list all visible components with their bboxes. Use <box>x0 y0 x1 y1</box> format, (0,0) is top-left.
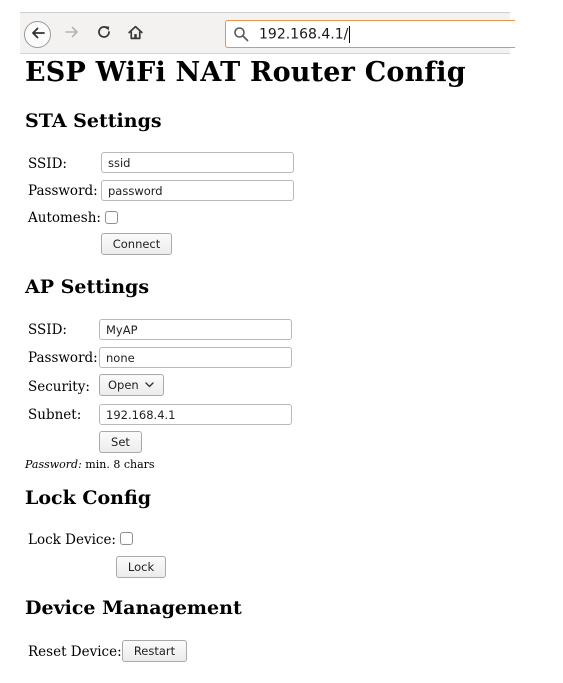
address-bar[interactable]: 192.168.4.1/ <box>225 20 515 48</box>
arrow-left-icon <box>30 25 46 45</box>
text-caret <box>349 25 351 43</box>
browser-toolbar: 192.168.4.1/ <box>20 12 515 54</box>
sta-ssid-input[interactable] <box>101 152 294 173</box>
ap-security-value: Open <box>108 378 139 392</box>
ap-subnet-input[interactable] <box>99 404 292 425</box>
ap-ssid-input[interactable] <box>99 319 292 340</box>
password-hint-label: Password: <box>25 458 82 471</box>
reload-button[interactable] <box>93 23 115 45</box>
search-icon <box>232 25 250 43</box>
sta-automesh-label: Automesh: <box>28 210 101 226</box>
connect-button[interactable]: Connect <box>101 233 172 255</box>
lock-device-checkbox[interactable] <box>120 532 133 545</box>
sta-password-input[interactable] <box>101 180 294 201</box>
sta-settings-heading: STA Settings <box>25 110 162 132</box>
reload-icon <box>96 24 112 44</box>
password-hint-text: min. 8 chars <box>81 458 155 471</box>
page-title: ESP WiFi NAT Router Config <box>25 57 466 88</box>
device-management-heading: Device Management <box>25 597 242 619</box>
chevron-down-icon <box>145 382 154 388</box>
set-button[interactable]: Set <box>99 431 142 453</box>
home-icon <box>127 24 144 45</box>
page-content: ESP WiFi NAT Router Config STA Settings … <box>0 0 563 683</box>
sta-ssid-label: SSID: <box>28 156 67 172</box>
home-button[interactable] <box>124 23 146 45</box>
lock-device-label: Lock Device: <box>28 532 116 548</box>
restart-button[interactable]: Restart <box>122 640 187 662</box>
ap-security-select[interactable]: Open <box>99 374 164 396</box>
forward-button[interactable] <box>61 23 83 45</box>
ap-password-label: Password: <box>28 350 98 366</box>
back-button[interactable] <box>24 21 51 48</box>
reset-device-label: Reset Device: <box>28 644 122 660</box>
ap-ssid-label: SSID: <box>28 322 67 338</box>
arrow-right-icon <box>64 24 80 44</box>
url-text: 192.168.4.1/ <box>259 25 351 43</box>
password-hint: Password: min. 8 chars <box>25 458 155 471</box>
ap-password-input[interactable] <box>99 347 292 368</box>
ap-settings-heading: AP Settings <box>25 276 150 298</box>
lock-config-heading: Lock Config <box>25 487 152 509</box>
sta-automesh-checkbox[interactable] <box>105 211 118 224</box>
lock-button[interactable]: Lock <box>116 556 166 578</box>
sta-password-label: Password: <box>28 183 98 199</box>
ap-subnet-label: Subnet: <box>28 407 82 423</box>
ap-security-label: Security: <box>28 379 90 395</box>
